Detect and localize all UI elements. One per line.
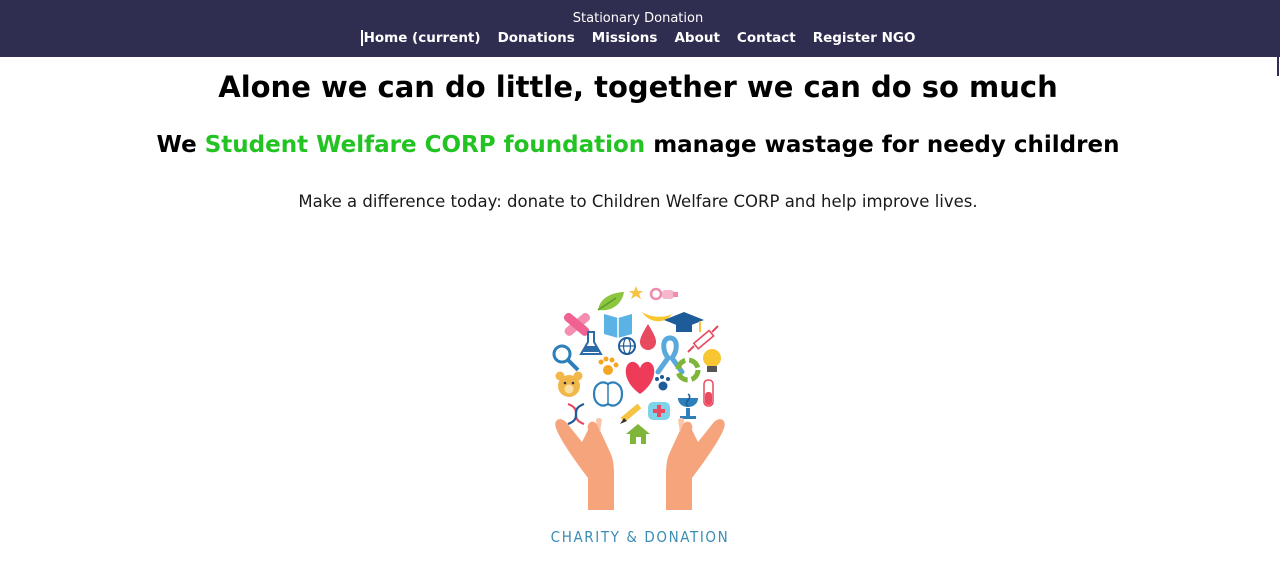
house-icon [626, 424, 650, 444]
test-tube-icon [703, 379, 714, 407]
nav-link-donations[interactable]: Donations [498, 30, 575, 46]
first-aid-kit-icon [648, 402, 670, 420]
nav-link-about[interactable]: About [674, 30, 719, 46]
dna-icon [567, 402, 585, 426]
lightbulb-icon [703, 349, 721, 372]
pencil-icon [620, 403, 642, 424]
heart-icon [625, 361, 655, 394]
blood-drop-icon [640, 324, 656, 350]
star-icon [629, 286, 643, 299]
nav-link-missions[interactable]: Missions [592, 30, 658, 46]
paw-icon [598, 356, 619, 375]
magnifier-icon [552, 344, 580, 372]
foundation-name: Student Welfare CORP foundation [204, 132, 646, 158]
brain-icon [592, 381, 624, 407]
navbar: Stationary Donation Home (current) Donat… [0, 0, 1280, 57]
subheading-suffix: manage wastage for needy children [645, 132, 1120, 158]
nav-links: Home (current) Donations Missions About … [0, 30, 1276, 46]
hero-lead: Make a difference today: donate to Child… [298, 192, 978, 211]
pacifier-icon [649, 287, 678, 301]
nav-link-contact[interactable]: Contact [737, 30, 796, 46]
globe-icon [618, 337, 636, 355]
leaf-icon [597, 292, 624, 311]
book-icon [604, 314, 632, 338]
syringe-icon [687, 325, 719, 353]
scrollbar-edge [1277, 57, 1279, 76]
teddy-bear-icon [555, 371, 583, 397]
pharmacy-icon [678, 393, 698, 419]
paw-icon [655, 375, 670, 391]
nav-link-home[interactable]: Home (current) [360, 30, 481, 46]
logo-caption: CHARITY & DONATION [550, 528, 730, 546]
nav-link-register-ngo[interactable]: Register NGO [813, 30, 916, 46]
subheading-prefix: We [156, 132, 205, 158]
charity-logo-graphic [552, 286, 725, 510]
charity-logo: CHARITY & DONATION [538, 282, 742, 552]
brand-name[interactable]: Stationary Donation [0, 11, 1276, 26]
hero-heading: Alone we can do little, together we can … [218, 70, 1058, 104]
hero-subheading: We Student Welfare CORP foundation manag… [0, 132, 1276, 158]
